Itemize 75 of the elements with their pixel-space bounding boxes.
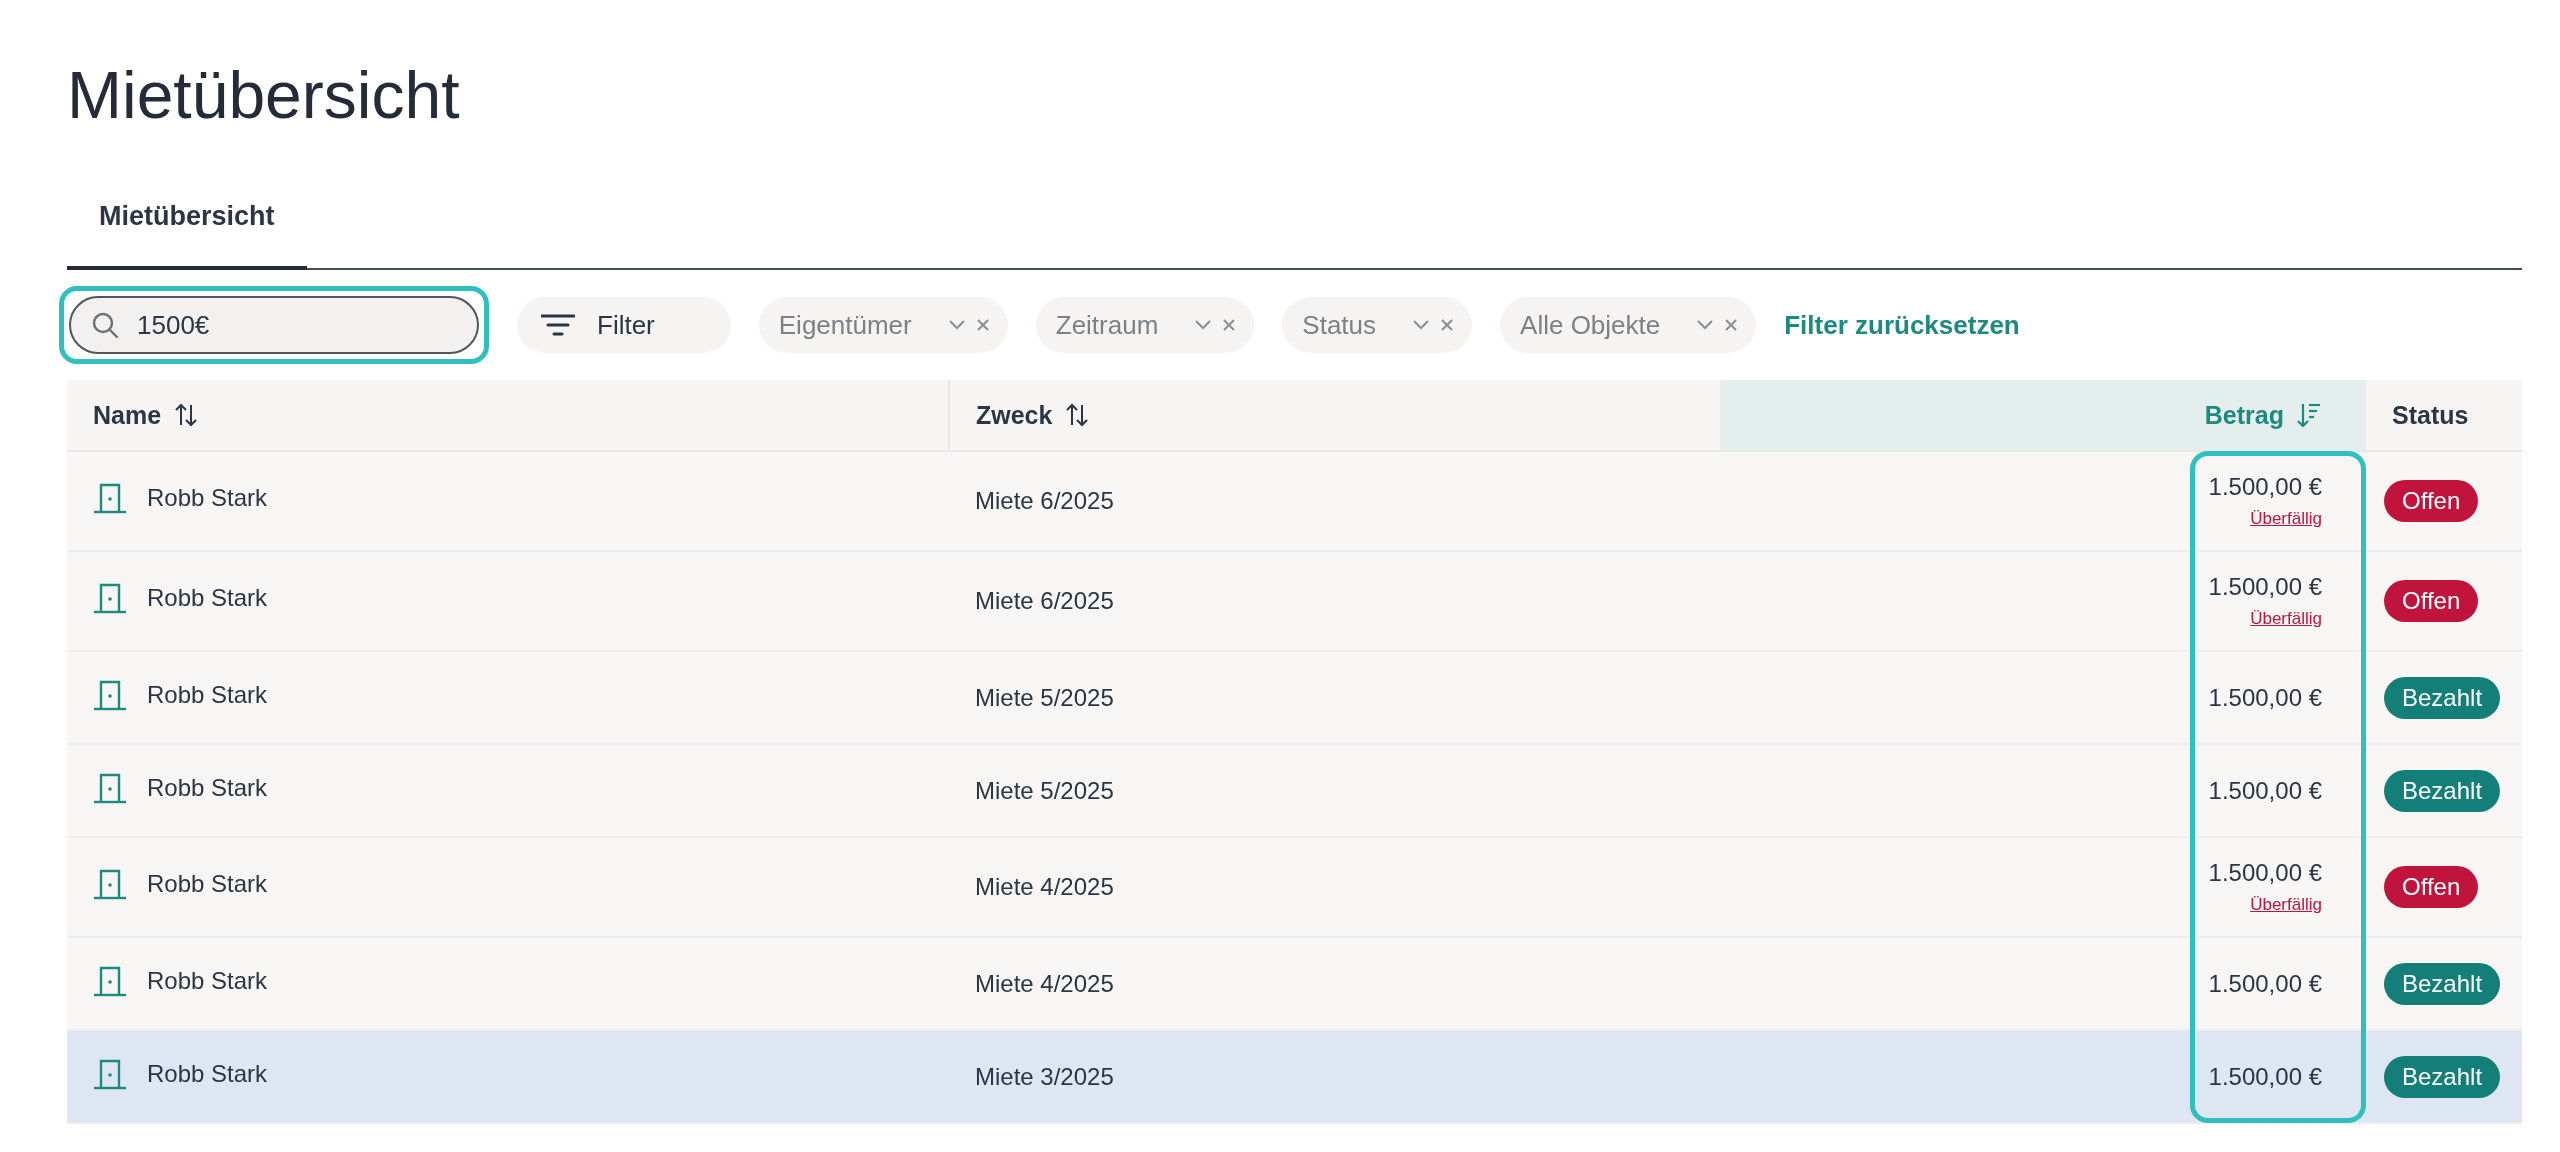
- dropdown-label: Zeitraum: [1055, 309, 1159, 341]
- amount: 1.500,00 €: [2208, 969, 2322, 998]
- table-row[interactable]: Robb Stark: [67, 651, 949, 745]
- table-row[interactable]: Robb Stark: [67, 551, 949, 652]
- amount: 1.500,00 €: [2208, 1062, 2322, 1091]
- overdue-link[interactable]: Überfällig: [2250, 509, 2322, 530]
- tenant-name: Robb Stark: [147, 773, 268, 802]
- reset-filters-link[interactable]: Filter zurücksetzen: [1784, 309, 2020, 341]
- tenant-name: Robb Stark: [147, 484, 268, 513]
- status-badge: Offen: [2384, 580, 2479, 623]
- table-cell: Miete 4/2025: [949, 937, 1720, 1031]
- table-row[interactable]: Robb Stark: [67, 451, 949, 552]
- search-field[interactable]: 1500€: [69, 296, 479, 355]
- door-icon: [93, 771, 127, 804]
- amount: 1.500,00 €: [2208, 859, 2322, 888]
- status-badge: Bezahlt: [2384, 676, 2501, 719]
- column-header[interactable]: Betrag: [1720, 380, 2366, 452]
- door-icon: [93, 1057, 127, 1090]
- sort-icon: [173, 402, 200, 429]
- page-title: Mietübersicht: [67, 57, 461, 134]
- table-cell: Miete 4/2025: [949, 837, 1720, 938]
- filter-icon: [541, 313, 575, 338]
- tenant-name: Robb Stark: [147, 680, 268, 709]
- column-header[interactable]: Name: [67, 380, 949, 452]
- table-cell: Miete 3/2025: [949, 1030, 1720, 1124]
- table-row[interactable]: Robb Stark: [67, 744, 949, 838]
- close-icon[interactable]: [975, 318, 990, 333]
- table-cell: Miete 5/2025: [949, 651, 1720, 745]
- status-badge: Offen: [2384, 480, 2479, 523]
- filter-button[interactable]: Filter: [517, 297, 731, 354]
- status-badge: Offen: [2384, 866, 2479, 909]
- dropdown-label: Status: [1302, 309, 1377, 341]
- filter-dropdown[interactable]: Zeitraum: [1035, 297, 1255, 354]
- status-badge: Bezahlt: [2384, 769, 2501, 812]
- amount: 1.500,00 €: [2208, 573, 2322, 602]
- chevron-down-icon: [1194, 319, 1213, 332]
- status-badge: Bezahlt: [2384, 1055, 2501, 1098]
- table-row[interactable]: Robb Stark: [67, 837, 949, 938]
- sort-descending-icon: [2296, 402, 2322, 429]
- door-icon: [93, 868, 127, 901]
- table-cell: Miete 6/2025: [949, 451, 1720, 552]
- chevron-down-icon: [1412, 319, 1431, 332]
- amount: 1.500,00 €: [2208, 776, 2322, 805]
- filter-dropdown[interactable]: Status: [1282, 297, 1473, 354]
- search-icon: [91, 311, 119, 340]
- chevron-down-icon: [947, 319, 966, 332]
- filter-dropdown[interactable]: Alle Objekte: [1500, 297, 1757, 354]
- amount: 1.500,00 €: [2208, 683, 2322, 712]
- tenant-name: Robb Stark: [147, 1059, 268, 1088]
- chevron-down-icon: [1696, 319, 1715, 332]
- amount: 1.500,00 €: [2208, 473, 2322, 502]
- tenant-name: Robb Stark: [147, 870, 268, 899]
- tenant-name: Robb Stark: [147, 966, 268, 995]
- sort-icon: [1064, 402, 1091, 429]
- close-icon[interactable]: [1724, 318, 1739, 333]
- tenant-name: Robb Stark: [147, 584, 268, 613]
- door-icon: [93, 964, 127, 997]
- table-row[interactable]: Robb Stark: [67, 937, 949, 1031]
- table-cell: Miete 6/2025: [949, 551, 1720, 652]
- close-icon[interactable]: [1222, 318, 1237, 333]
- filter-dropdown[interactable]: Eigentümer: [758, 297, 1008, 354]
- column-header[interactable]: Status: [2366, 380, 2522, 452]
- dropdown-label: Alle Objekte: [1520, 309, 1661, 341]
- overdue-link[interactable]: Überfällig: [2250, 609, 2322, 630]
- door-icon: [93, 678, 127, 711]
- door-icon: [93, 582, 127, 615]
- overdue-link[interactable]: Überfällig: [2250, 895, 2322, 916]
- status-badge: Bezahlt: [2384, 962, 2501, 1005]
- tab[interactable]: Mietübersicht: [67, 191, 307, 271]
- table-row[interactable]: Robb Stark: [67, 1030, 949, 1124]
- close-icon[interactable]: [1440, 318, 1455, 333]
- dropdown-label: Eigentümer: [778, 309, 912, 341]
- door-icon: [93, 482, 127, 515]
- column-header[interactable]: Zweck: [949, 380, 1720, 452]
- table-cell: Miete 5/2025: [949, 744, 1720, 838]
